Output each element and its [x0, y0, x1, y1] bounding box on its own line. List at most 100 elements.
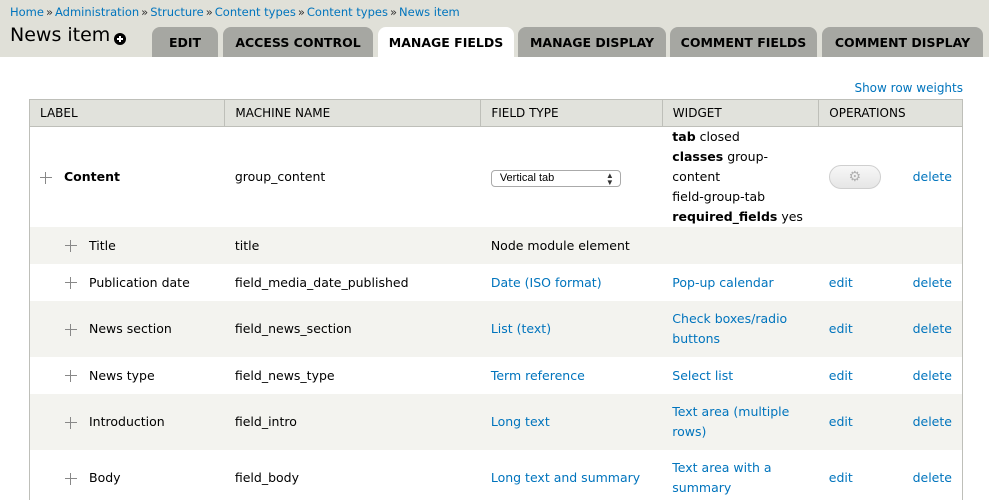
- breadcrumb-separator: »: [389, 5, 398, 19]
- table-header-row: LABEL MACHINE NAME FIELD TYPE WIDGET OPE…: [29, 99, 963, 127]
- edit-link[interactable]: edit: [829, 470, 853, 485]
- cell-machine-name: field_intro: [224, 394, 481, 450]
- cell-delete: [902, 227, 963, 264]
- fields-table: LABEL MACHINE NAME FIELD TYPE WIDGET OPE…: [29, 99, 963, 500]
- delete-link[interactable]: delete: [913, 470, 952, 485]
- select-value: Vertical tab: [499, 172, 555, 184]
- table-row: News type field_news_type Term reference…: [29, 357, 963, 394]
- cell-machine-name: field_news_section: [224, 301, 481, 357]
- widget-value: field-group-tab: [672, 189, 766, 204]
- add-shortcut-icon[interactable]: [114, 33, 126, 45]
- row-label: Title: [89, 237, 116, 253]
- widget-link[interactable]: Pop-up calendar: [672, 275, 773, 290]
- tab-comment-fields[interactable]: COMMENT FIELDS: [670, 27, 817, 57]
- breadcrumb-news-item[interactable]: News item: [399, 5, 460, 19]
- widget-key: required_fields: [672, 209, 778, 224]
- edit-link[interactable]: edit: [829, 414, 853, 429]
- field-type-link[interactable]: Long text: [491, 414, 550, 429]
- header-field-type: FIELD TYPE: [480, 99, 663, 127]
- field-type-link[interactable]: Term reference: [491, 368, 585, 383]
- table-row-group: Content group_content Vertical tab ▲ ▼ tab…: [29, 126, 963, 227]
- field-type-link[interactable]: List (text): [491, 321, 551, 336]
- cell-edit: edit: [818, 357, 903, 394]
- widget-link[interactable]: Text area with a summary: [672, 460, 771, 495]
- cell-widget: Pop-up calendar: [662, 264, 819, 301]
- breadcrumb-separator: »: [45, 5, 54, 19]
- drag-handle-icon[interactable]: [65, 240, 77, 252]
- cell-edit: edit: [818, 394, 903, 450]
- tab-manage-fields[interactable]: MANAGE FIELDS: [378, 27, 514, 57]
- row-label: Body: [89, 470, 121, 485]
- breadcrumb-separator: »: [141, 5, 149, 19]
- breadcrumb-administration[interactable]: Administration: [55, 5, 139, 19]
- cell-edit: edit: [818, 301, 903, 357]
- cell-label: Content: [29, 126, 225, 227]
- edit-link[interactable]: edit: [829, 368, 853, 383]
- table-row: Body field_body Long text and summary Te…: [29, 450, 963, 500]
- tab-manage-display[interactable]: MANAGE DISPLAY: [518, 27, 666, 57]
- widget-line: tab closed: [672, 127, 808, 147]
- drag-handle-icon[interactable]: [40, 171, 52, 184]
- header-machine-name: MACHINE NAME: [224, 99, 482, 127]
- widget-key: classes: [672, 149, 724, 164]
- drag-handle-icon[interactable]: [65, 277, 77, 289]
- widget-key: tab: [672, 129, 696, 144]
- cell-widget: Text area with a summary: [662, 450, 819, 500]
- widget-value: yes: [781, 209, 803, 224]
- row-label: News section: [89, 321, 172, 336]
- delete-link[interactable]: delete: [913, 368, 952, 383]
- breadcrumb-content-types[interactable]: Content types: [215, 5, 296, 19]
- widget-link[interactable]: Check boxes/radio buttons: [672, 311, 787, 346]
- cell-field-type: Term reference: [480, 357, 663, 394]
- breadcrumb: Home» Administration» Structure» Content ty…: [10, 5, 460, 19]
- cell-edit: [818, 227, 903, 264]
- cell-edit: ⚙: [818, 126, 903, 227]
- page-header: Home» Administration» Structure» Content ty…: [0, 0, 989, 57]
- tab-access-control[interactable]: ACCESS CONTROL: [223, 27, 373, 57]
- drag-handle-icon[interactable]: [65, 323, 77, 336]
- tab-comment-display[interactable]: COMMENT DISPLAY: [822, 27, 983, 57]
- row-label: Publication date: [89, 274, 190, 290]
- group-format-select[interactable]: Vertical tab ▲ ▼: [490, 170, 621, 187]
- cell-widget: tab closed classes group-content field-g…: [662, 126, 819, 227]
- drag-handle-icon[interactable]: [65, 370, 77, 382]
- field-type-link[interactable]: Date (ISO format): [491, 275, 602, 290]
- row-label: Content: [64, 169, 120, 184]
- cell-widget: Select list: [662, 357, 819, 394]
- field-type-link[interactable]: Long text and summary: [491, 470, 640, 485]
- table-row: Publication date field_media_date_publis…: [29, 264, 963, 301]
- cell-label: Publication date: [29, 264, 225, 301]
- widget-link[interactable]: Select list: [672, 368, 733, 383]
- widget-link[interactable]: Text area (multiple rows): [672, 404, 789, 439]
- breadcrumb-home[interactable]: Home: [10, 5, 44, 19]
- header-widget: WIDGET: [662, 99, 820, 127]
- table-row: News section field_news_section List (te…: [29, 301, 963, 357]
- row-label: News type: [89, 367, 155, 383]
- cell-machine-name: field_body: [224, 450, 481, 500]
- delete-link[interactable]: delete: [913, 321, 952, 336]
- cell-field-type: Long text: [480, 394, 663, 450]
- edit-link[interactable]: edit: [829, 321, 853, 336]
- breadcrumb-content-types-2[interactable]: Content types: [307, 5, 388, 19]
- table-row: Introduction field_intro Long text Text …: [29, 394, 963, 450]
- cell-delete: delete: [902, 301, 963, 357]
- row-label: Introduction: [89, 414, 165, 429]
- header-label: LABEL: [29, 99, 226, 127]
- drag-handle-icon[interactable]: [65, 472, 77, 485]
- cell-delete: delete: [902, 357, 963, 394]
- cell-field-type: Date (ISO format): [480, 264, 663, 301]
- edit-link[interactable]: edit: [829, 275, 853, 290]
- delete-link[interactable]: delete: [913, 169, 952, 184]
- drag-handle-icon[interactable]: [65, 416, 77, 429]
- breadcrumb-structure[interactable]: Structure: [150, 5, 204, 19]
- cell-machine-name: title: [224, 227, 481, 264]
- show-row-weights-link[interactable]: Show row weights: [854, 81, 963, 95]
- breadcrumb-separator: »: [205, 5, 213, 19]
- gear-icon[interactable]: ⚙: [828, 165, 881, 189]
- delete-link[interactable]: delete: [913, 414, 952, 429]
- tab-edit[interactable]: EDIT: [152, 27, 218, 57]
- cell-label: Body: [29, 450, 225, 500]
- delete-link[interactable]: delete: [913, 275, 952, 290]
- cell-widget: Text area (multiple rows): [662, 394, 819, 450]
- cell-label: News section: [29, 301, 225, 357]
